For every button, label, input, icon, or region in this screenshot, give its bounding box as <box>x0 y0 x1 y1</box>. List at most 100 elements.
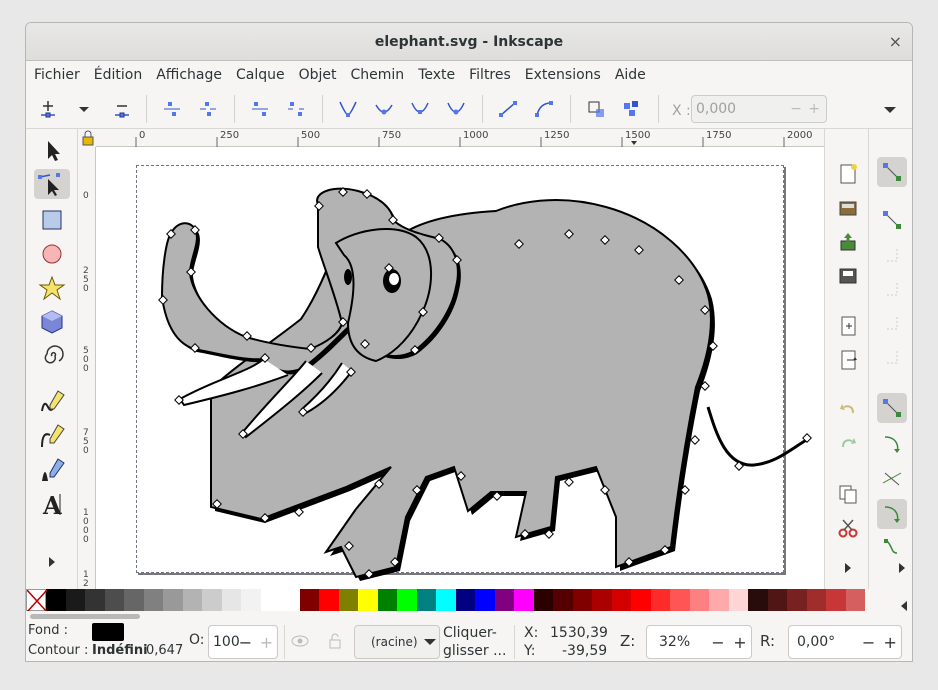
palette-swatch[interactable] <box>728 589 748 611</box>
snap-bbox-icon[interactable] <box>877 205 907 235</box>
calligraphy-tool-icon[interactable] <box>34 455 70 485</box>
rotate-increment[interactable]: + <box>879 633 901 652</box>
close-icon[interactable]: × <box>889 23 902 61</box>
snap-toggle-icon[interactable] <box>877 157 907 187</box>
palette-swatch[interactable] <box>572 589 592 611</box>
palette-swatch[interactable] <box>787 589 807 611</box>
palette-swatch[interactable] <box>46 589 66 611</box>
open-document-icon[interactable] <box>833 193 863 223</box>
menu-calque[interactable]: Calque <box>236 67 285 83</box>
palette-swatch[interactable] <box>182 589 202 611</box>
object-to-path-icon[interactable] <box>584 97 608 121</box>
stroke-width-value[interactable]: 0,647 <box>146 643 183 658</box>
snap-bbox-edge-icon[interactable] <box>877 239 907 269</box>
palette-swatch[interactable] <box>650 589 670 611</box>
menu-extensions[interactable]: Extensions <box>525 67 601 83</box>
menu-chemin[interactable]: Chemin <box>351 67 405 83</box>
cusp-node-icon[interactable] <box>336 97 360 121</box>
stroke-to-path-icon[interactable] <box>620 97 644 121</box>
palette-swatch[interactable] <box>553 589 573 611</box>
fill-color-swatch[interactable] <box>92 623 124 641</box>
node-tool-icon[interactable] <box>34 169 70 199</box>
palette-scrollbar[interactable] <box>26 611 896 621</box>
palette-swatch[interactable] <box>319 589 339 611</box>
palette-swatch[interactable] <box>65 589 85 611</box>
save-document-icon[interactable] <box>833 227 863 257</box>
palette-swatch[interactable] <box>85 589 105 611</box>
snap-bbox-corner-icon[interactable] <box>877 273 907 303</box>
make-line-icon[interactable] <box>496 97 520 121</box>
guide-lock-icon[interactable] <box>80 129 96 147</box>
palette-swatch[interactable] <box>475 589 495 611</box>
symmetric-node-icon[interactable] <box>408 97 432 121</box>
none-swatch-icon[interactable] <box>26 589 47 612</box>
palette-swatch[interactable] <box>143 589 163 611</box>
opacity-input[interactable]: 100 − + <box>208 625 278 659</box>
print-document-icon[interactable] <box>833 261 863 291</box>
menu-texte[interactable]: Texte <box>418 67 455 83</box>
menu-objet[interactable]: Objet <box>299 67 337 83</box>
palette-swatch[interactable] <box>104 589 124 611</box>
palette-swatch[interactable] <box>806 589 826 611</box>
palette-swatch[interactable] <box>299 589 319 611</box>
commands-more-icon[interactable] <box>833 553 863 583</box>
palette-swatch[interactable] <box>338 589 358 611</box>
toolbox-more-icon[interactable] <box>34 547 70 577</box>
palette-swatch[interactable] <box>592 589 612 611</box>
snap-more-icon[interactable] <box>895 553 912 583</box>
snap-nodes-icon[interactable] <box>877 393 907 423</box>
opacity-increment[interactable]: + <box>256 633 277 652</box>
opacity-decrement[interactable]: − <box>235 633 256 652</box>
rectangle-tool-icon[interactable] <box>34 205 70 235</box>
snap-path-icon[interactable] <box>877 429 907 459</box>
zoom-increment[interactable]: + <box>729 633 751 652</box>
text-tool-icon[interactable]: A <box>34 489 70 519</box>
rotate-decrement[interactable]: − <box>858 633 880 652</box>
pen-tool-icon[interactable] <box>34 421 70 451</box>
x-coord-increment[interactable]: + <box>808 96 820 122</box>
zoom-input[interactable]: 32% − + <box>646 625 752 659</box>
palette-swatch[interactable] <box>670 589 690 611</box>
palette-swatch[interactable] <box>826 589 846 611</box>
palette-swatch[interactable] <box>280 589 300 611</box>
cut-icon[interactable] <box>833 513 863 543</box>
menu-affichage[interactable]: Affichage <box>156 67 222 83</box>
snap-bbox-midpoint-icon[interactable] <box>877 307 907 337</box>
stroke-value[interactable]: Indéfini <box>92 643 148 658</box>
palette-swatch[interactable] <box>377 589 397 611</box>
ellipse-tool-icon[interactable] <box>34 239 70 269</box>
palette-swatch[interactable] <box>767 589 787 611</box>
spiral-tool-icon[interactable] <box>34 341 70 371</box>
zoom-decrement[interactable]: − <box>707 633 729 652</box>
pencil-tool-icon[interactable] <box>34 387 70 417</box>
palette-swatch[interactable] <box>631 589 651 611</box>
palette-swatch[interactable] <box>260 589 280 611</box>
palette-swatch[interactable] <box>514 589 534 611</box>
layer-dropdown[interactable]: (racine) <box>354 625 440 659</box>
palette-swatch[interactable] <box>709 589 729 611</box>
join-segment-icon[interactable] <box>248 97 272 121</box>
smooth-node-icon[interactable] <box>372 97 396 121</box>
palette-swatch[interactable] <box>689 589 709 611</box>
menu-edition[interactable]: Édition <box>94 67 142 83</box>
elephant-drawing[interactable] <box>96 147 824 589</box>
delete-segment-icon[interactable] <box>284 97 308 121</box>
copy-icon[interactable] <box>833 479 863 509</box>
auto-smooth-node-icon[interactable] <box>444 97 468 121</box>
palette-swatch[interactable] <box>221 589 241 611</box>
palette-swatch[interactable] <box>436 589 456 611</box>
palette-swatch[interactable] <box>163 589 183 611</box>
undo-icon[interactable] <box>833 395 863 425</box>
palette-swatch[interactable] <box>416 589 436 611</box>
toolbar-overflow-icon[interactable] <box>878 97 902 121</box>
break-path-icon[interactable] <box>196 97 220 121</box>
snap-intersection-icon[interactable] <box>877 463 907 493</box>
palette-swatch[interactable] <box>748 589 768 611</box>
palette-swatch[interactable] <box>533 589 553 611</box>
drawing-canvas[interactable] <box>96 147 824 589</box>
insert-node-icon[interactable] <box>36 97 60 121</box>
palette-scroll-left-icon[interactable] <box>896 595 912 617</box>
rotate-input[interactable]: 0,00° − + <box>788 625 902 659</box>
join-nodes-icon[interactable] <box>160 97 184 121</box>
snap-bbox-center-icon[interactable] <box>877 341 907 371</box>
